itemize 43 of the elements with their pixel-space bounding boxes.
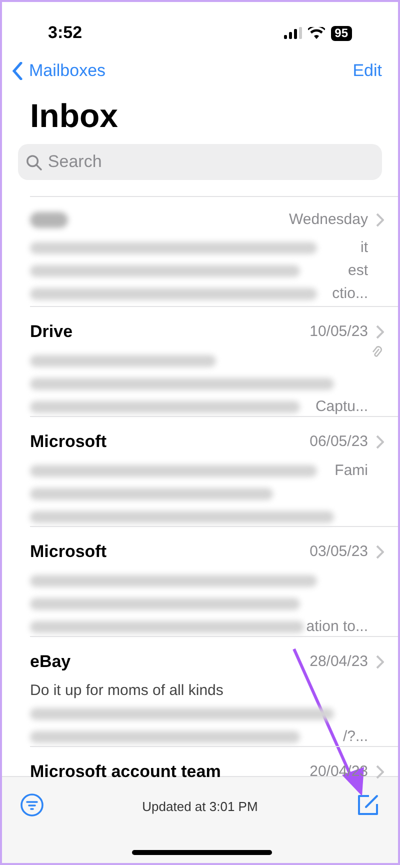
sender-name: Drive <box>30 321 73 343</box>
sender-name: Microsoft <box>30 431 106 453</box>
preview-fragment: ation to... <box>306 620 368 632</box>
chevron-right-icon <box>376 324 384 339</box>
preview-fragment: est <box>348 264 368 276</box>
back-button[interactable]: Mailboxes <box>12 58 106 84</box>
filter-icon[interactable] <box>20 793 44 817</box>
message-date: 06/05/23 <box>310 432 368 452</box>
chevron-left-icon <box>12 62 23 80</box>
message-date: 10/05/23 <box>310 322 368 342</box>
chevron-right-icon <box>376 434 384 449</box>
update-status: Updated at 3:01 PM <box>142 798 258 816</box>
edit-button[interactable]: Edit <box>352 58 388 84</box>
preview-fragment: Captu... <box>315 400 368 412</box>
wifi-icon <box>308 27 325 39</box>
preview-fragment: /?... <box>342 730 368 742</box>
message-row[interactable]: Drive 10/05/23 Captu... <box>30 306 398 416</box>
battery-indicator: 95 <box>330 26 352 40</box>
chevron-right-icon <box>376 544 384 559</box>
sender-name: eBay <box>30 651 71 673</box>
chevron-right-icon <box>376 213 384 228</box>
chevron-right-icon <box>376 764 384 779</box>
search-field[interactable]: Search <box>18 144 382 180</box>
preview-fragment: ctio... <box>332 288 368 300</box>
message-preview: Do it up for moms of all kinds <box>30 684 224 696</box>
search-icon <box>26 154 42 170</box>
chevron-right-icon <box>376 654 384 669</box>
blurred-text <box>30 212 68 228</box>
message-row[interactable]: Microsoft 03/05/23 ation to... <box>30 526 398 636</box>
signal-icon <box>284 27 302 39</box>
inbox-title: Inbox <box>29 96 119 136</box>
message-row[interactable]: Microsoft 06/05/23 Fami <box>30 416 398 526</box>
search-input[interactable]: Search <box>48 149 374 175</box>
preview-fragment: it <box>360 242 368 254</box>
message-date: Wednesday <box>289 210 368 230</box>
paperclip-icon <box>372 344 382 358</box>
sender-name: Microsoft <box>30 541 106 563</box>
message-row[interactable]: eBay 28/04/23 Do it up for moms of all kinds /?... <box>30 636 398 746</box>
compose-icon[interactable] <box>356 793 380 817</box>
preview-fragment: Fami <box>334 464 368 476</box>
clock-time: 3:52 <box>48 22 82 44</box>
message-date: 28/04/23 <box>310 652 368 672</box>
message-date: 03/05/23 <box>310 542 368 562</box>
